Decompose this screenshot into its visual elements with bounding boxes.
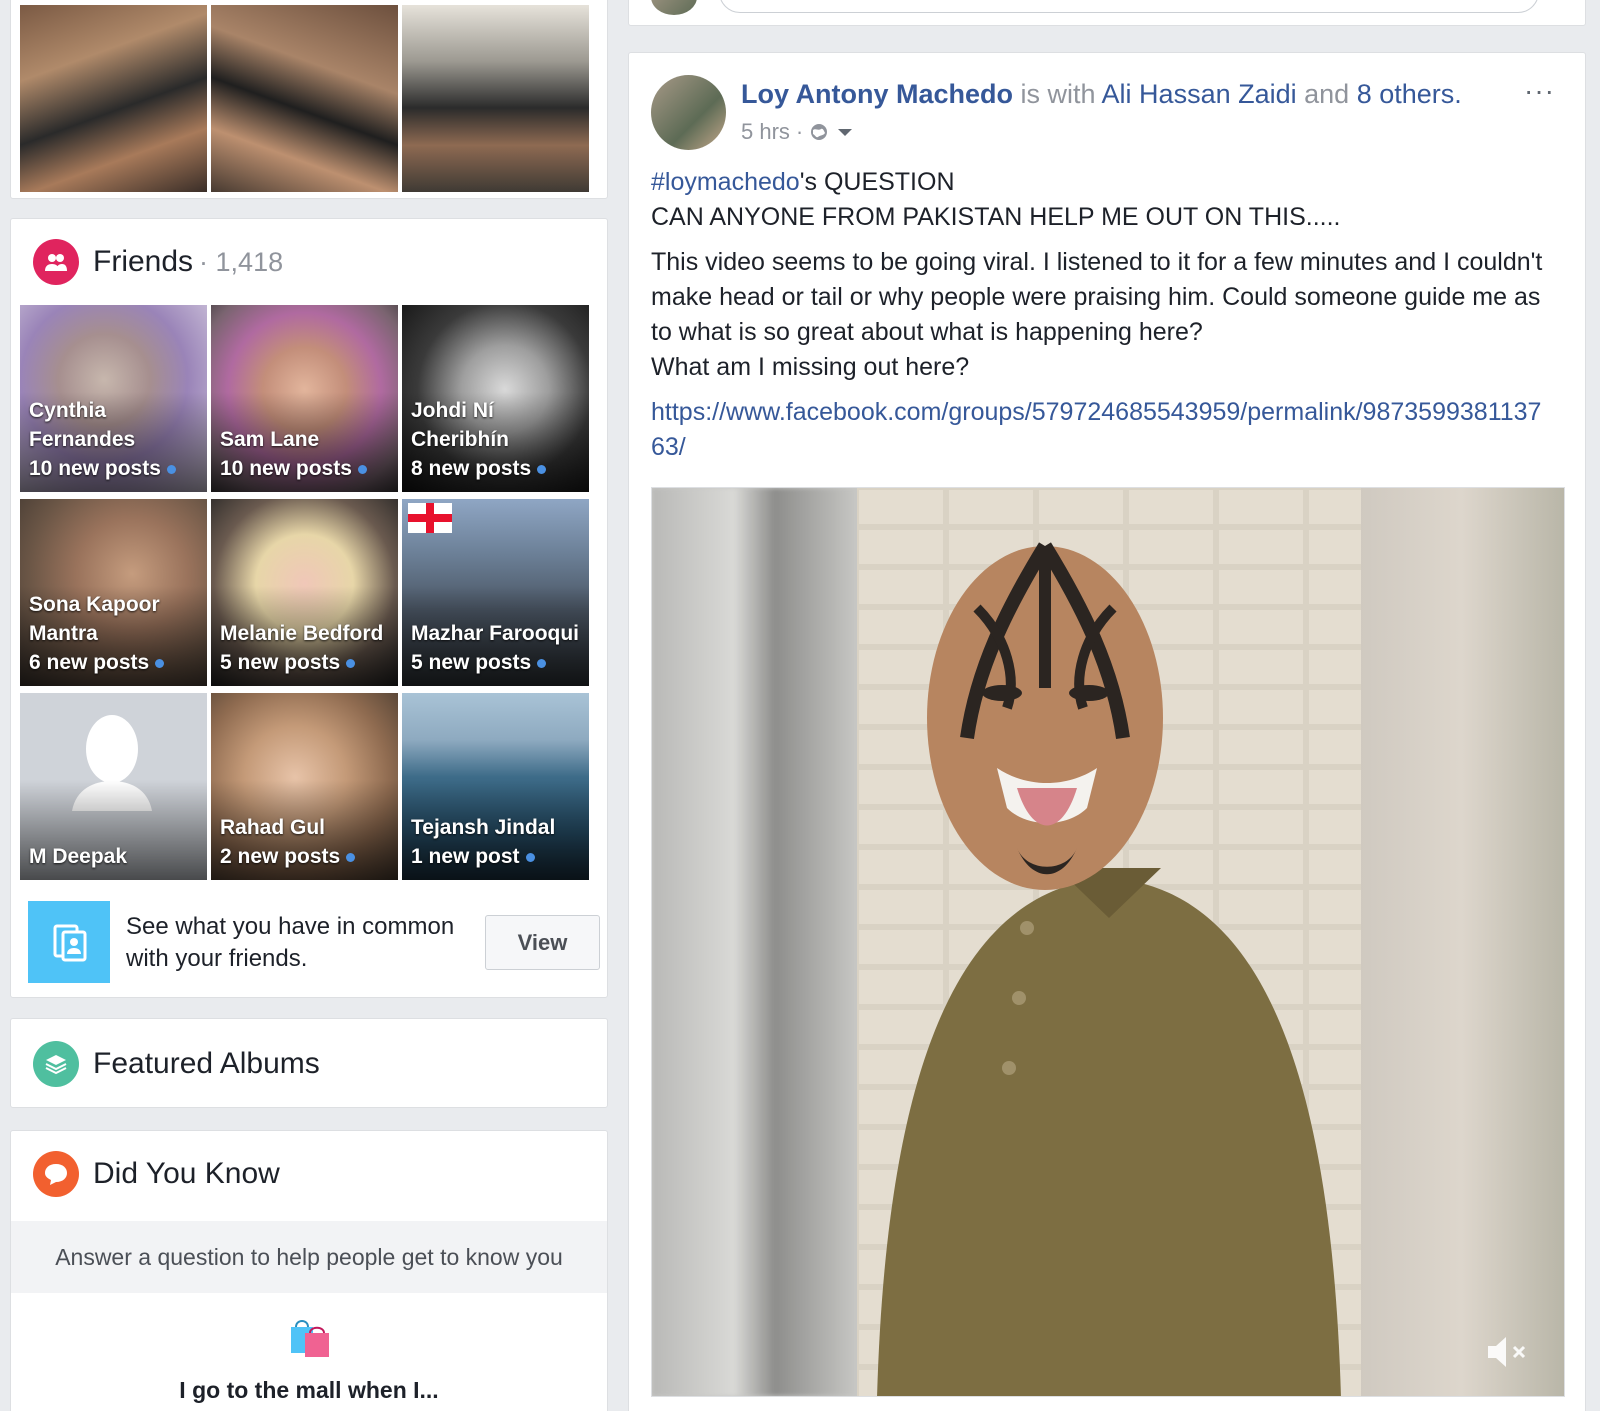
new-posts-dot-icon: [346, 852, 356, 862]
friend-tile[interactable]: Cynthia Fernandes 10 new posts: [20, 305, 207, 492]
new-posts-dot-icon: [357, 464, 367, 474]
post-video[interactable]: [651, 487, 1565, 1397]
friend-tile[interactable]: M Deepak: [20, 693, 207, 880]
post-timestamp[interactable]: 5 hrs: [741, 119, 790, 145]
more-options-icon[interactable]: ···: [1524, 75, 1555, 107]
post-paragraph: This video seems to be going viral. I li…: [651, 248, 1543, 346]
friend-name[interactable]: Cynthia Fernandes: [29, 396, 201, 454]
question-suffix: 's QUESTION: [799, 168, 955, 196]
new-posts-dot-icon: [155, 658, 165, 668]
post-meta: 5 hrs ·: [741, 119, 855, 145]
friends-icon: [33, 239, 79, 285]
new-posts-dot-icon: [537, 658, 547, 668]
friends-common-icon: [28, 901, 110, 983]
friend-tile[interactable]: Sam Lane 10 new posts: [211, 305, 398, 492]
did-you-know-header[interactable]: Did You Know: [33, 1151, 280, 1197]
tagged-others-link[interactable]: 8 others.: [1357, 79, 1462, 109]
friend-new-posts: 10 new posts: [29, 457, 161, 480]
shopping-bag-icon: [291, 1320, 329, 1357]
post-line2: CAN ANYONE FROM PAKISTAN HELP ME OUT ON …: [651, 203, 1341, 231]
friends-header[interactable]: Friends · 1,418: [33, 239, 283, 285]
speech-bubble-icon: [33, 1151, 79, 1197]
photo-thumbnail[interactable]: [402, 5, 589, 192]
friend-new-posts: 10 new posts: [220, 457, 352, 480]
post-author-link[interactable]: Loy Antony Machedo: [741, 79, 1013, 109]
friend-name[interactable]: Sam Lane: [220, 425, 392, 454]
friend-new-posts: 6 new posts: [29, 651, 150, 674]
friend-name[interactable]: Mazhar Farooqui: [411, 619, 583, 648]
featured-albums-card: Featured Albums: [10, 1018, 608, 1108]
did-you-know-card: Did You Know Answer a question to help p…: [10, 1130, 608, 1411]
friend-name[interactable]: Johdi Ní Cheribhín: [411, 396, 583, 454]
friend-name[interactable]: Rahad Gul: [220, 813, 392, 842]
friend-new-posts: 5 new posts: [220, 651, 341, 674]
post-author-avatar[interactable]: [651, 75, 726, 150]
friends-count: · 1,418: [199, 246, 284, 277]
friend-new-posts: 1 new post: [411, 845, 520, 868]
view-button[interactable]: View: [485, 915, 600, 970]
video-frame: [857, 488, 1361, 1396]
photo-thumbnail[interactable]: [211, 5, 398, 192]
new-posts-dot-icon: [537, 464, 547, 474]
friend-name[interactable]: Melanie Bedford: [220, 619, 392, 648]
did-you-know-question-bar: Answer a question to help people get to …: [11, 1221, 607, 1293]
friends-in-common-row: See what you have in common with your fr…: [28, 901, 600, 983]
video-blur-right: [1359, 488, 1564, 1396]
photo-thumbnail[interactable]: [20, 5, 207, 192]
mute-icon[interactable]: [1486, 1334, 1530, 1370]
post-header: Loy Antony Machedo is with Ali Hassan Za…: [741, 79, 1462, 110]
albums-icon: [33, 1041, 79, 1087]
friend-tile[interactable]: Sona Kapoor Mantra 6 new posts: [20, 499, 207, 686]
post-with-text: is with: [1013, 79, 1102, 109]
globe-icon[interactable]: [809, 122, 829, 142]
post-card: Loy Antony Machedo is with Ali Hassan Za…: [628, 52, 1586, 1411]
friends-card: Friends · 1,418 Cynthia Fernandes 10 new…: [10, 218, 608, 998]
did-you-know-prompt[interactable]: I go to the mall when I...: [11, 1377, 607, 1404]
meta-separator: ·: [795, 119, 804, 144]
tagged-friend-link[interactable]: Ali Hassan Zaidi: [1102, 79, 1297, 109]
friend-name[interactable]: M Deepak: [29, 842, 201, 871]
photos-card: [10, 0, 608, 199]
friend-new-posts: 8 new posts: [411, 457, 532, 480]
friend-name[interactable]: Sona Kapoor Mantra: [29, 590, 201, 648]
did-you-know-title[interactable]: Did You Know: [93, 1157, 280, 1191]
composer-input[interactable]: [719, 0, 1539, 13]
new-posts-dot-icon: [166, 464, 176, 474]
chevron-down-icon[interactable]: [835, 125, 855, 139]
new-posts-dot-icon: [525, 852, 535, 862]
video-person-illustration: [857, 488, 1361, 1396]
post-and-text: and: [1296, 79, 1357, 109]
featured-albums-title[interactable]: Featured Albums: [93, 1047, 320, 1081]
post-paragraph: What am I missing out here?: [651, 353, 970, 381]
georgia-flag-icon: [408, 503, 452, 533]
featured-albums-header[interactable]: Featured Albums: [33, 1041, 320, 1087]
hashtag-link[interactable]: #loymachedo: [651, 168, 800, 196]
new-posts-dot-icon: [346, 658, 356, 668]
friend-tile[interactable]: Johdi Ní Cheribhín 8 new posts: [402, 305, 589, 492]
friend-tile[interactable]: Melanie Bedford 5 new posts: [211, 499, 398, 686]
video-blur-left: [652, 488, 857, 1396]
friends-title[interactable]: Friends: [93, 245, 193, 279]
friend-name[interactable]: Tejansh Jindal: [411, 813, 583, 842]
friend-tile[interactable]: Rahad Gul 2 new posts: [211, 693, 398, 880]
post-body: #loymachedo's QUESTION CAN ANYONE FROM P…: [651, 165, 1551, 465]
composer-card: [628, 0, 1586, 26]
friend-tile[interactable]: Mazhar Farooqui 5 new posts: [402, 499, 589, 686]
composer-avatar: [651, 0, 697, 15]
post-question-line: #loymachedo's QUESTION: [651, 165, 1551, 200]
friend-tile[interactable]: Tejansh Jindal 1 new post: [402, 693, 589, 880]
friends-common-text: See what you have in common with your fr…: [126, 913, 455, 972]
friend-new-posts: 5 new posts: [411, 651, 532, 674]
friend-new-posts: 2 new posts: [220, 845, 341, 868]
post-url-link[interactable]: https://www.facebook.com/groups/57972468…: [651, 395, 1551, 465]
